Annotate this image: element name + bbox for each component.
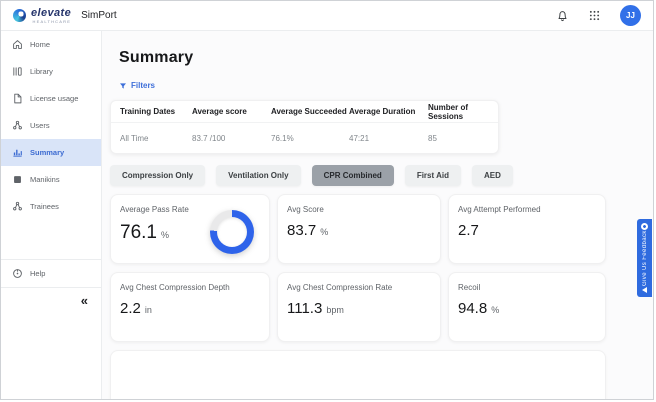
sidebar-item-manikins[interactable]: Manikins	[1, 166, 101, 193]
notifications-bell-icon[interactable]	[556, 9, 569, 22]
collapse-sidebar-icon[interactable]: «	[81, 294, 88, 307]
feedback-label: Give Us Feedback	[641, 230, 648, 287]
card-avg-chest-compression-depth: Avg Chest Compression Depth 2.2 in	[110, 272, 270, 342]
main-content: Summary Filters Training Dates Average s…	[102, 31, 653, 399]
users-icon	[12, 120, 23, 131]
elevate-logo-icon	[13, 9, 26, 22]
metric-label: Avg Chest Compression Depth	[120, 283, 230, 292]
sidebar-item-label: Summary	[30, 148, 65, 157]
tab-aed[interactable]: AED	[471, 165, 513, 186]
cell-average-succeeded: 76.1%	[271, 133, 294, 143]
feedback-arrow-icon	[642, 287, 647, 293]
sidebar-item-label: Trainees	[30, 202, 59, 211]
tab-ventilation-only[interactable]: Ventilation Only	[216, 165, 301, 186]
feedback-info-icon	[641, 223, 648, 230]
sidebar-item-label: Help	[30, 269, 46, 278]
sidebar-item-label: License usage	[30, 94, 79, 103]
home-icon	[12, 39, 23, 50]
metric-label: Avg Score	[287, 205, 324, 214]
metric-label: Recoil	[458, 283, 481, 292]
metric-unit: %	[160, 230, 169, 240]
pass-rate-donut-chart	[210, 210, 254, 254]
tab-cpr-combined[interactable]: CPR Combined	[311, 165, 394, 186]
metric-value: 2.7	[458, 222, 479, 239]
sidebar: Home Library License usage Users Summary…	[1, 31, 102, 399]
sidebar-item-trainees[interactable]: Trainees	[1, 193, 101, 220]
trainees-icon	[12, 201, 23, 212]
apps-grid-icon[interactable]	[589, 10, 600, 21]
summary-chart-icon	[12, 147, 23, 158]
tab-compression-only[interactable]: Compression Only	[110, 165, 206, 186]
metric-value: 83.7	[287, 222, 317, 239]
card-avg-attempt-performed: Avg Attempt Performed 2.7	[448, 194, 606, 264]
filters-label: Filters	[131, 81, 156, 90]
table-row: All Time 83.7 /100 76.1% 47:21 85	[111, 123, 498, 153]
card-recoil: Recoil 94.8 %	[448, 272, 606, 342]
feedback-tab[interactable]: Give Us Feedback	[637, 219, 652, 297]
column-header: Average Duration	[349, 107, 416, 116]
cell-average-duration: 47:21	[349, 133, 370, 143]
brand-logo[interactable]: elevate HEALTHCARE	[13, 6, 72, 24]
metric-cards-row-2: Avg Chest Compression Depth 2.2 in Avg C…	[110, 272, 653, 342]
sidebar-item-summary[interactable]: Summary	[1, 139, 101, 166]
sidebar-item-label: Manikins	[30, 175, 60, 184]
table-header-row: Training Dates Average score Average Suc…	[111, 101, 498, 123]
page-title: Summary	[119, 49, 194, 66]
summary-stats-table: Training Dates Average score Average Suc…	[110, 100, 499, 154]
app-window: elevate HEALTHCARE SimPort JJ Home Libra…	[0, 0, 654, 400]
cell-average-score: 83.7 /100	[192, 133, 226, 143]
manikin-icon	[12, 174, 23, 185]
card-avg-chest-compression-rate: Avg Chest Compression Rate 111.3 bpm	[277, 272, 441, 342]
column-header: Average Succeeded	[271, 107, 347, 116]
topbar-actions: JJ	[556, 5, 641, 26]
cell-number-of-sessions: 85	[428, 133, 437, 143]
metric-value: 2.2	[120, 300, 141, 317]
metric-cards-row-1: Average Pass Rate 76.1 % Avg Score 83.7 …	[110, 194, 653, 264]
metric-unit: bpm	[326, 305, 344, 315]
metric-value: 111.3	[287, 300, 323, 317]
library-icon	[12, 66, 23, 77]
avatar[interactable]: JJ	[620, 5, 641, 26]
brand-name: elevate	[31, 6, 72, 19]
metric-unit: %	[491, 305, 500, 315]
column-header: Number of Sessions	[428, 102, 468, 121]
cell-training-dates: All Time	[120, 133, 149, 143]
sidebar-item-help[interactable]: Help	[1, 260, 101, 287]
metric-label: Avg Attempt Performed	[458, 205, 541, 214]
brand-wordmark: elevate HEALTHCARE	[31, 6, 72, 24]
metric-value: 76.1	[120, 222, 157, 243]
sidebar-item-library[interactable]: Library	[1, 58, 101, 85]
column-header: Average score	[192, 107, 247, 116]
sidebar-item-label: Library	[30, 67, 53, 76]
sidebar-footer: «	[1, 288, 101, 313]
help-icon	[12, 268, 23, 279]
metric-value: 94.8	[458, 300, 488, 317]
topbar: elevate HEALTHCARE SimPort JJ	[1, 1, 653, 31]
bottom-panel	[110, 350, 606, 399]
category-tabs: Compression Only Ventilation Only CPR Co…	[110, 165, 653, 186]
card-average-pass-rate: Average Pass Rate 76.1 %	[110, 194, 270, 264]
metric-unit: %	[320, 227, 329, 237]
brand-subtext: HEALTHCARE	[32, 18, 72, 24]
tab-first-aid[interactable]: First Aid	[404, 165, 461, 186]
filters-button[interactable]: Filters	[119, 81, 155, 90]
card-avg-score: Avg Score 83.7 %	[277, 194, 441, 264]
sidebar-item-label: Users	[30, 121, 50, 130]
sidebar-item-label: Home	[30, 40, 51, 49]
sidebar-item-license-usage[interactable]: License usage	[1, 85, 101, 112]
metric-label: Avg Chest Compression Rate	[287, 283, 393, 292]
metric-unit: in	[144, 305, 152, 315]
filter-funnel-icon	[120, 82, 126, 89]
sidebar-item-users[interactable]: Users	[1, 112, 101, 139]
product-name: SimPort	[81, 10, 117, 21]
sidebar-item-home[interactable]: Home	[1, 31, 101, 58]
column-header: Training Dates	[120, 107, 176, 116]
license-document-icon	[12, 93, 23, 104]
